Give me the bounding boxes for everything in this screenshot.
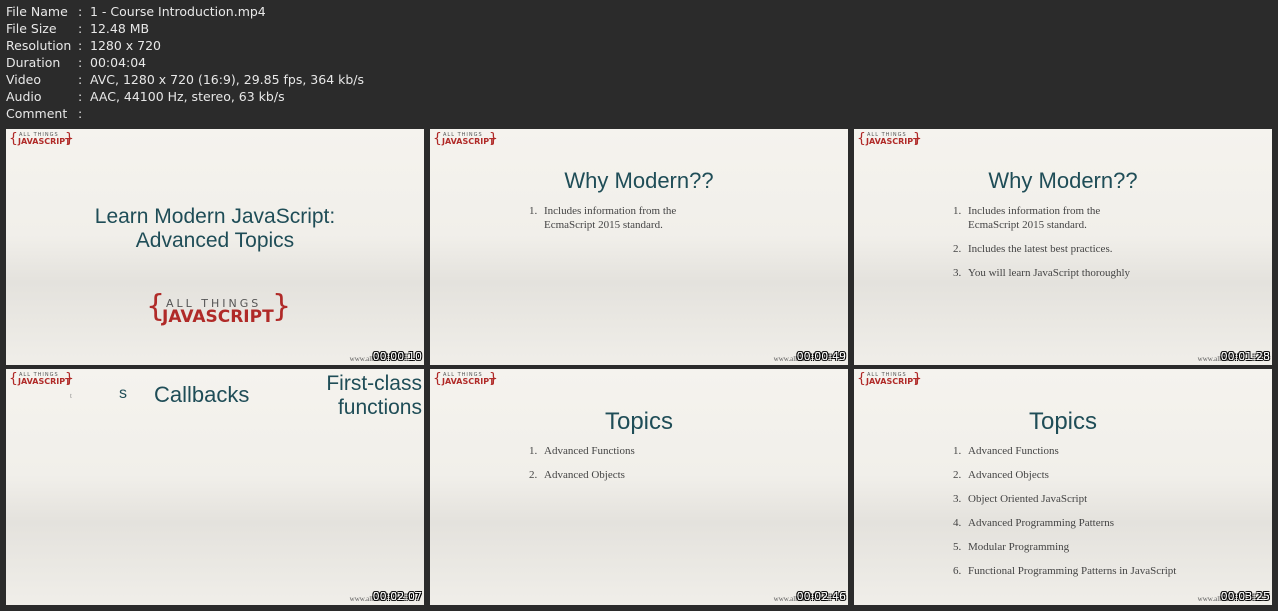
timestamp: 00:00:10 <box>372 350 422 363</box>
list-item: 6. Functional Programming Patterns in Jav… <box>953 565 1177 577</box>
duration-row: Duration : 00:04:04 <box>6 54 364 71</box>
list-item: 2. Advanced Objects <box>953 469 1049 481</box>
list-item: 4. Advanced Programming Patterns <box>953 517 1115 529</box>
separator: : <box>78 72 83 87</box>
slide-title: Topics <box>604 408 674 435</box>
list-item: 1. Advanced Functions <box>529 445 635 457</box>
resolution-label: Resolution <box>6 38 72 53</box>
resolution-value: 1280 x 720 <box>90 38 162 53</box>
video-value: AVC, 1280 x 720 (16:9), 29.85 fps, 364 k… <box>90 72 365 87</box>
separator: : <box>78 89 83 104</box>
partial-text: t <box>70 392 72 400</box>
list-item: 2. Includes the latest best practices. <box>953 243 1113 255</box>
file-name-label: File Name <box>6 4 68 19</box>
list-item: 1. Includes information from the EcmaScri… <box>529 205 677 231</box>
separator: : <box>78 21 83 36</box>
list-item: 1. Includes information from the EcmaScri… <box>953 205 1101 231</box>
file-info-panel: File Name : 1 - Course Introduction.mp4 … <box>6 3 364 122</box>
partial-text: s <box>119 385 127 402</box>
slide-title: Why Modern?? <box>564 168 714 193</box>
video-label: Video <box>6 72 42 87</box>
timestamp: 00:02:46 <box>796 590 846 603</box>
callbacks-title: Callbacks <box>154 382 250 407</box>
video-row: Video : AVC, 1280 x 720 (16:9), 29.85 fp… <box>6 71 364 88</box>
duration-label: Duration <box>6 55 61 70</box>
separator: : <box>78 106 83 121</box>
separator: : <box>78 4 83 19</box>
thumbnail-2[interactable]: {ALL THINGS JAVASCRIPT} Why Modern?? 1. In… <box>430 129 848 365</box>
timestamp: 00:03:25 <box>1220 590 1270 603</box>
list-item: 3. You will learn JavaScript thoroughly <box>953 267 1131 279</box>
thumbnail-6[interactable]: {ALL THINGS JAVASCRIPT} Topics 1. Advanced… <box>854 369 1272 605</box>
comment-label: Comment <box>6 106 68 121</box>
thumbnail-4[interactable]: {ALL THINGS JAVASCRIPT} t s Callbacks Fir… <box>6 369 424 605</box>
file-name-value: 1 - Course Introduction.mp4 <box>90 4 266 19</box>
list-item: 3. Object Oriented JavaScript <box>953 493 1088 505</box>
timestamp: 00:00:49 <box>796 350 846 363</box>
slide-title: Learn Modern JavaScript: Advanced Topics <box>94 205 336 252</box>
logo-large: { ALL THINGS JAVASCRIPT } <box>146 289 292 327</box>
comment-row: Comment : <box>6 105 364 122</box>
list-item: 2. Advanced Objects <box>529 469 625 481</box>
bullet-list: 1. Advanced Functions 2. Advanced Objects … <box>953 444 1228 588</box>
thumbnail-5[interactable]: {ALL THINGS JAVASCRIPT} Topics 1. Advanced… <box>430 369 848 605</box>
duration-value: 00:04:04 <box>90 55 147 70</box>
separator: : <box>78 38 83 53</box>
thumbnail-1[interactable]: {ALL THINGS JAVASCRIPT} Learn Modern Java… <box>6 129 424 365</box>
resolution-row: Resolution : 1280 x 720 <box>6 37 364 54</box>
bullet-list: 1. Includes information from the EcmaScri… <box>529 204 704 242</box>
timestamp: 00:01:28 <box>1220 350 1270 363</box>
audio-row: Audio : AAC, 44100 Hz, stereo, 63 kb/s <box>6 88 364 105</box>
first-class-title: First-class functions <box>326 372 422 419</box>
separator: : <box>78 55 83 70</box>
timestamp: 00:02:07 <box>372 590 422 603</box>
list-item: 5. Modular Programming <box>953 541 1070 553</box>
file-size-value: 12.48 MB <box>90 21 150 36</box>
bullet-list: 1. Includes information from the EcmaScri… <box>953 204 1168 290</box>
slide-title: Why Modern?? <box>988 168 1138 193</box>
audio-label: Audio <box>6 89 42 104</box>
audio-value: AAC, 44100 Hz, stereo, 63 kb/s <box>90 89 285 104</box>
thumbnail-3[interactable]: {ALL THINGS JAVASCRIPT} Why Modern?? 1. In… <box>854 129 1272 365</box>
file-name-row: File Name : 1 - Course Introduction.mp4 <box>6 3 364 20</box>
list-item: 1. Advanced Functions <box>953 445 1059 457</box>
file-size-label: File Size <box>6 21 57 36</box>
file-size-row: File Size : 12.48 MB <box>6 20 364 37</box>
bullet-list: 1. Advanced Functions 2. Advanced Objects <box>529 444 704 492</box>
slide-title: Topics <box>1028 408 1098 435</box>
